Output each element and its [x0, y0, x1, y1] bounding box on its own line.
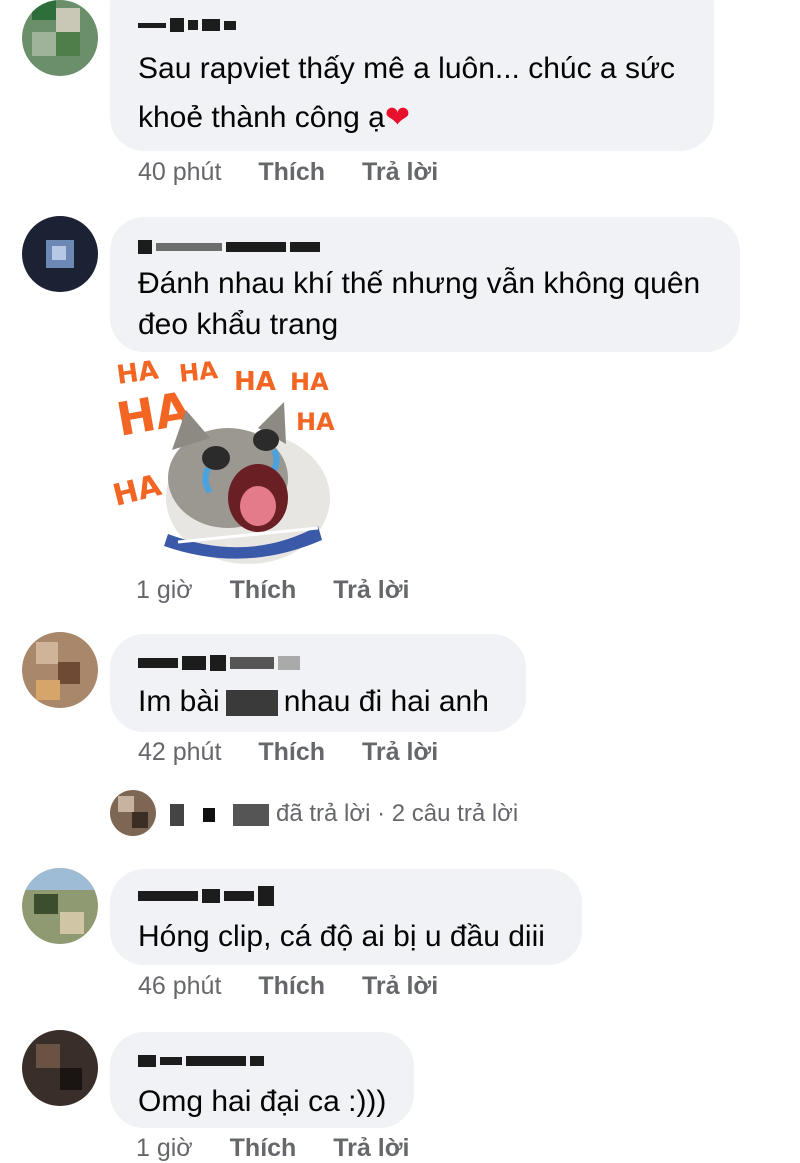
like-button[interactable]: Thích: [258, 738, 325, 766]
comment-text: Sau rapviet thấy mê a luôn... chúc a sức: [138, 52, 676, 85]
replies-summary: đã trả lời · 2 câu trả lời: [276, 800, 519, 827]
comment-text-line2: đeo khẩu trang: [138, 308, 339, 341]
timestamp[interactable]: 40 phút: [138, 158, 221, 186]
comment-actions: 42 phút Thích Trả lời: [138, 738, 438, 767]
author-name[interactable]: [138, 236, 320, 258]
comment-actions: 1 giờ Thích Trả lời: [136, 576, 409, 605]
avatar[interactable]: [22, 216, 98, 292]
like-button[interactable]: Thích: [258, 972, 325, 1000]
avatar[interactable]: [22, 0, 98, 76]
view-replies-link[interactable]: đã trả lời · 2 câu trả lời: [170, 800, 518, 828]
sticker-text: HA: [290, 368, 329, 396]
timestamp[interactable]: 1 giờ: [136, 1134, 193, 1162]
heart-emoji: ❤: [384, 101, 411, 134]
timestamp[interactable]: 46 phút: [138, 972, 221, 1000]
comment-text-part: Im bài: [138, 685, 220, 718]
reply-button[interactable]: Trả lời: [362, 738, 438, 766]
comment-text-part: nhau đi hai anh: [283, 685, 489, 718]
censored-word: [225, 690, 278, 717]
author-name[interactable]: [138, 885, 274, 907]
author-name[interactable]: [138, 652, 300, 674]
avatar[interactable]: [22, 1030, 98, 1106]
comment-text: Hóng clip, cá độ ai bị u đầu diii: [138, 920, 545, 953]
comment-text-line2: khoẻ thành công ạ❤: [138, 93, 410, 143]
reply-avatar[interactable]: [110, 790, 156, 836]
comment-text-part: khoẻ thành công ạ: [138, 101, 385, 134]
comment-text: Im bài nhau đi hai anh: [138, 677, 489, 727]
avatar[interactable]: [22, 868, 98, 944]
author-name[interactable]: [138, 14, 236, 36]
like-button[interactable]: Thích: [230, 1134, 297, 1162]
haha-cat-sticker[interactable]: HA HA HA HA HA HA HA: [108, 358, 338, 568]
like-button[interactable]: Thích: [258, 158, 325, 186]
comment-text: Omg hai đại ca :))): [138, 1085, 387, 1118]
author-name[interactable]: [138, 1050, 264, 1072]
comment-actions: 40 phút Thích Trả lời: [138, 158, 438, 187]
sticker-text: HA: [109, 468, 165, 514]
sticker-text: HA: [296, 408, 335, 436]
timestamp[interactable]: 42 phút: [138, 738, 221, 766]
like-button[interactable]: Thích: [230, 576, 297, 604]
timestamp[interactable]: 1 giờ: [136, 576, 193, 604]
avatar[interactable]: [22, 632, 98, 708]
sticker-text: HA: [234, 367, 276, 397]
comment-actions: 46 phút Thích Trả lời: [138, 972, 438, 1001]
reply-button[interactable]: Trả lời: [333, 576, 409, 604]
reply-button[interactable]: Trả lời: [362, 158, 438, 186]
reply-button[interactable]: Trả lời: [362, 972, 438, 1000]
reply-button[interactable]: Trả lời: [333, 1134, 409, 1162]
